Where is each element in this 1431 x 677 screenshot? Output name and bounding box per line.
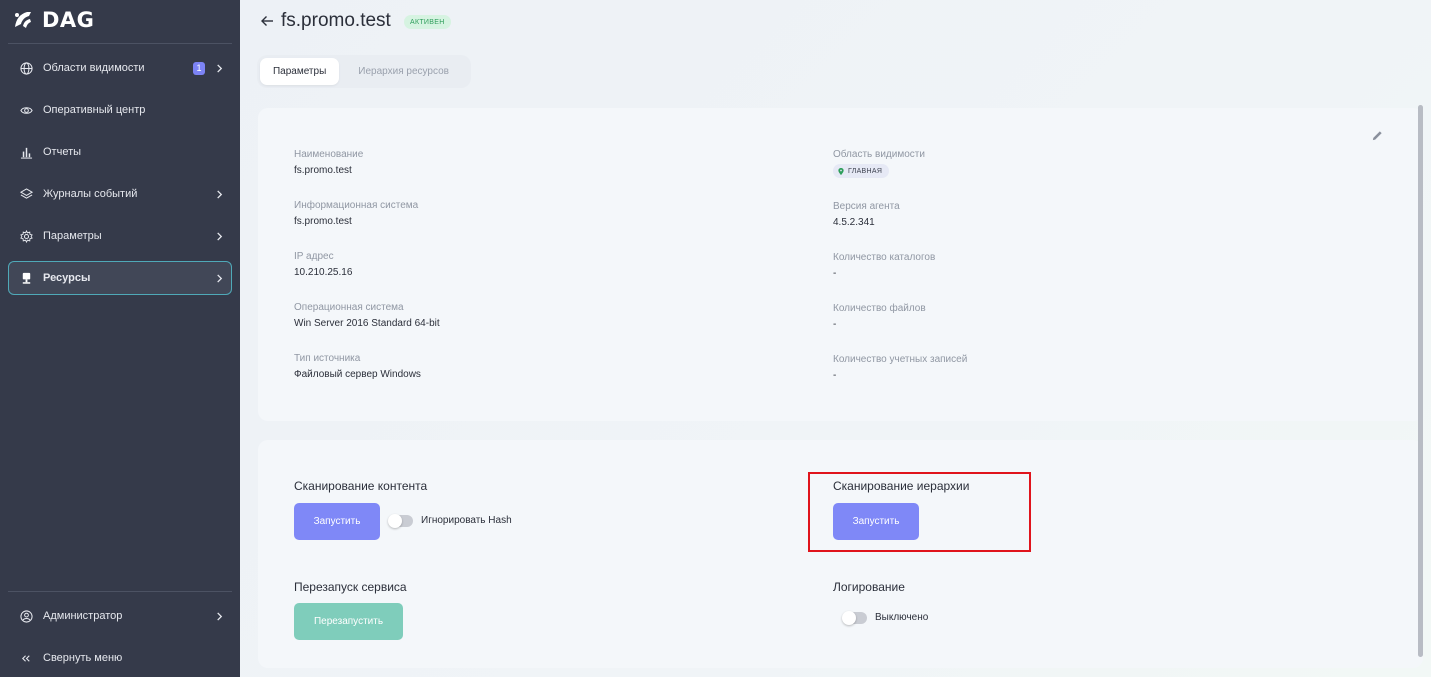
scrollbar[interactable] [1418,105,1423,657]
field-operating-system: Операционная система Win Server 2016 Sta… [294,302,440,329]
eye-icon [9,104,43,117]
field-label: Количество каталогов [833,252,936,263]
sidebar-item-label: Области видимости [43,62,145,74]
restart-service-title: Перезапуск сервиса [294,580,407,594]
toggle-knob [388,514,402,528]
globe-icon [9,61,43,75]
scope-chip: ГЛАВНАЯ [833,164,890,178]
chart-icon [9,146,43,159]
field-account-count: Количество учетных записей - [833,354,967,381]
logging-status-label: Выключено [875,612,929,623]
brand-name: DAG [42,8,95,32]
sidebar-item-label: Параметры [43,230,102,242]
tab-parameters[interactable]: Параметры [260,58,340,85]
field-information-system: Информационная система fs.promo.test [294,200,418,227]
count-badge: 1 [193,61,205,75]
sidebar-item-scopes[interactable]: Области видимости 1 [8,51,232,85]
double-chevron-left-icon [9,652,43,665]
field-value: - [833,268,837,279]
field-label: Операционная система [294,302,404,313]
field-label: IP адрес [294,251,334,262]
field-value: Файловый сервер Windows [294,369,421,380]
details-card: Наименование fs.promo.test Информационна… [258,108,1423,421]
field-ip-address: IP адрес 10.210.25.16 [294,251,352,278]
field-directory-count: Количество каталогов - [833,252,935,279]
field-label: Информационная система [294,200,419,211]
collapse-menu-button[interactable]: Свернуть меню [8,641,232,675]
sidebar-item-label: Отчеты [43,146,82,158]
logging-title: Логирование [833,580,905,594]
server-icon [9,272,43,285]
back-arrow-icon[interactable] [260,14,274,28]
highlight-box [808,472,1031,552]
sidebar-item-label: Ресурсы [43,272,91,284]
page-title: fs.promo.test [281,10,391,31]
content-scan-title: Сканирование контента [294,479,428,493]
restart-service-button[interactable]: Перезапустить [294,603,403,640]
sidebar-item-event-logs[interactable]: Журналы событий [8,177,232,211]
location-pin-icon [838,167,844,175]
field-file-count: Количество файлов - [833,303,926,330]
gear-icon [9,229,43,243]
main-content: fs.promo.test АКТИВЕН Параметры Иерархия… [240,0,1431,677]
field-label: Тип источника [294,353,361,364]
field-label: Количество учетных записей [833,354,968,365]
chevron-right-icon [207,273,231,283]
sidebar-item-settings[interactable]: Параметры [8,219,232,253]
field-value: - [833,319,837,330]
sidebar-item-resources[interactable]: Ресурсы [8,261,232,295]
field-label: Область видимости [833,149,925,160]
field-value: Win Server 2016 Standard 64-bit [294,318,440,329]
chevron-right-icon [207,611,231,621]
sidebar-item-user[interactable]: Администратор [8,599,232,633]
field-agent-version: Версия агента 4.5.2.341 [833,201,900,228]
field-scope: Область видимости ГЛАВНАЯ [833,149,925,180]
field-value: 10.210.25.16 [294,267,353,278]
sidebar-item-label: Журналы событий [43,188,138,200]
sidebar-item-label: Администратор [43,610,123,622]
field-name: Наименование fs.promo.test [294,149,363,176]
chevron-right-icon [207,231,231,241]
logging-toggle[interactable] [842,611,867,625]
sidebar-item-operations-center[interactable]: Оперативный центр [8,93,232,127]
ignore-hash-label: Игнорировать Hash [421,515,512,526]
field-label: Количество файлов [833,303,926,314]
sidebar-divider [8,591,232,592]
scrollbar-thumb[interactable] [1418,105,1423,657]
tabs: Параметры Иерархия ресурсов [257,55,471,88]
collapse-menu-label: Свернуть меню [43,652,123,664]
scope-chip-label: ГЛАВНАЯ [848,167,883,175]
chevron-right-icon [207,189,231,199]
field-value: fs.promo.test [294,165,352,176]
sidebar-item-reports[interactable]: Отчеты [8,135,232,169]
sidebar-divider [8,43,232,44]
user-icon [9,609,43,623]
ignore-hash-toggle[interactable] [388,514,413,528]
sidebar-item-label: Оперативный центр [43,104,146,116]
field-label: Версия агента [833,201,900,212]
status-badge: АКТИВЕН [404,15,451,29]
tab-resource-hierarchy[interactable]: Иерархия ресурсов [339,58,468,85]
sidebar: DAG Области видимости 1 Оперативный цент… [0,0,240,677]
field-source-type: Тип источника Файловый сервер Windows [294,353,421,380]
dag-logo-icon [15,12,31,28]
toggle-knob [842,611,856,625]
brand[interactable]: DAG [12,6,94,34]
field-value: 4.5.2.341 [833,217,875,228]
layers-icon [9,187,43,201]
field-value: - [833,370,837,381]
pencil-icon[interactable] [1371,129,1384,142]
field-label: Наименование [294,149,364,160]
field-value: fs.promo.test [294,216,352,227]
chevron-right-icon [207,63,231,73]
content-scan-start-button[interactable]: Запустить [294,503,380,540]
